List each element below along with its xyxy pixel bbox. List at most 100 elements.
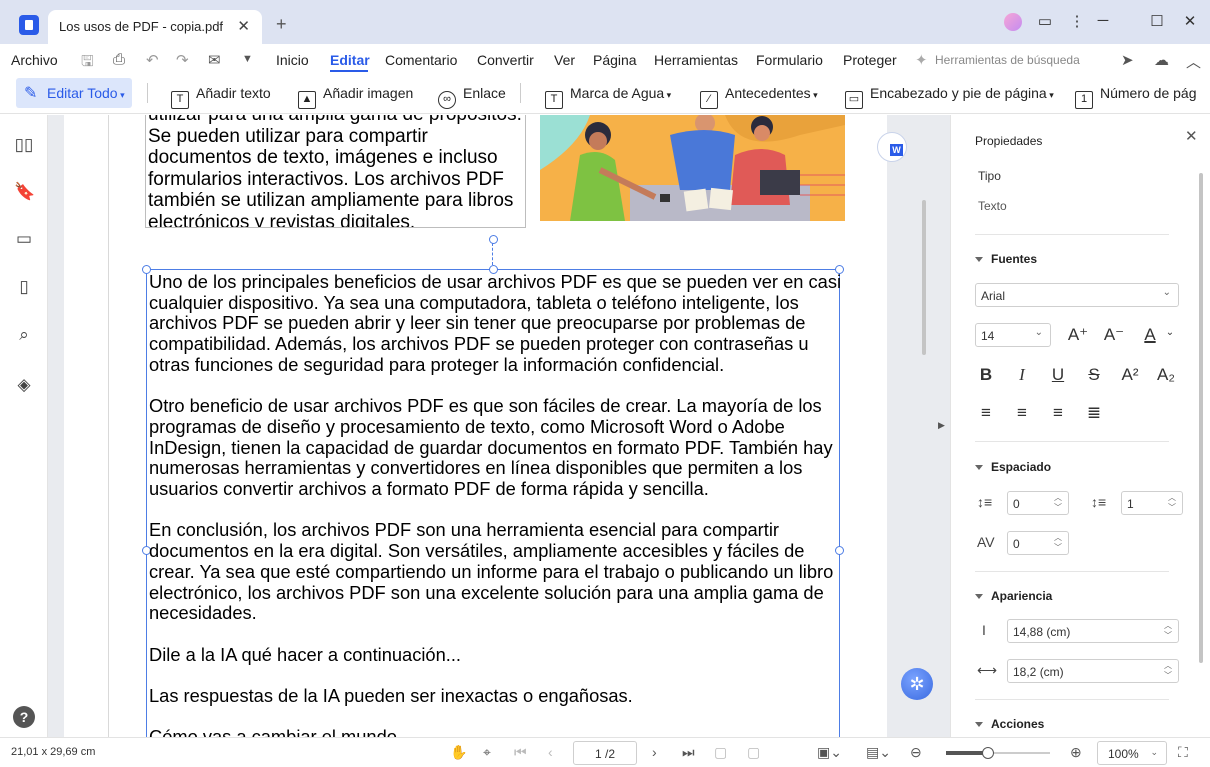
- mail-icon[interactable]: ✉: [208, 51, 221, 69]
- cloud-upload-icon[interactable]: ☁: [1154, 51, 1169, 69]
- expand-right-panel-icon[interactable]: ▶: [938, 420, 945, 431]
- strikethrough-icon[interactable]: S: [1083, 365, 1105, 385]
- fullscreen-icon[interactable]: ⛶: [1178, 744, 1188, 761]
- align-left-icon[interactable]: ≡: [975, 403, 997, 423]
- document-illustration[interactable]: [540, 115, 845, 221]
- view-mode-icon[interactable]: ▤⌄: [866, 744, 891, 761]
- link-button[interactable]: ∞ Enlace: [438, 85, 506, 109]
- close-icon[interactable]: ✕: [1180, 12, 1200, 30]
- menu-proteger[interactable]: Proteger: [843, 52, 897, 68]
- appearance-section-header[interactable]: Apariencia: [975, 589, 1052, 603]
- more-icon[interactable]: ⋮: [1067, 12, 1087, 30]
- bookmark-icon[interactable]: 🔖: [14, 182, 35, 201]
- rotate-handle[interactable]: [489, 235, 498, 244]
- decrease-font-icon[interactable]: A⁻: [1103, 325, 1125, 345]
- zoom-select[interactable]: 100% ⌄: [1097, 741, 1167, 765]
- redo-icon[interactable]: ↷: [176, 51, 189, 69]
- background-button[interactable]: ⁄ Antecedentes ▾: [700, 85, 818, 109]
- print-icon[interactable]: ⎙: [113, 51, 125, 68]
- menu-pagina[interactable]: Página: [593, 52, 637, 68]
- panel-scrollbar[interactable]: [1199, 173, 1203, 663]
- actions-section-header[interactable]: Acciones: [975, 717, 1044, 731]
- new-tab-button[interactable]: +: [276, 14, 287, 35]
- spinner-arrows-icon[interactable]: ︿ ﹀: [1164, 661, 1172, 681]
- help-icon[interactable]: ?: [13, 706, 35, 728]
- attachment-icon[interactable]: ▯: [14, 277, 34, 296]
- collapse-ribbon-icon[interactable]: ︿: [1186, 51, 1201, 72]
- zoom-in-icon[interactable]: ⊕: [1070, 744, 1082, 761]
- font-family-select[interactable]: Arial ⌄: [975, 283, 1179, 307]
- watermark-button[interactable]: T Marca de Agua ▾: [545, 85, 671, 109]
- page-number-button[interactable]: 1 Número de pág: [1075, 85, 1197, 109]
- close-panel-icon[interactable]: ✕: [1185, 127, 1198, 145]
- fit-page-icon[interactable]: ▢: [714, 744, 727, 761]
- maximize-icon[interactable]: ☐: [1147, 12, 1167, 30]
- menu-convertir[interactable]: Convertir: [477, 52, 534, 68]
- thumbnails-icon[interactable]: ▯▯: [14, 135, 34, 154]
- header-footer-button[interactable]: ▭ Encabezado y pie de página ▾: [845, 85, 1054, 109]
- layers-icon[interactable]: ◈: [14, 375, 34, 394]
- chevron-down-icon[interactable]: ⌄: [1159, 327, 1181, 338]
- increase-font-icon[interactable]: A⁺: [1067, 325, 1089, 345]
- paragraph-spacing-input[interactable]: 1 ︿ ﹀: [1121, 491, 1183, 515]
- comment-icon[interactable]: ▭: [14, 229, 34, 248]
- line-spacing-input[interactable]: 0 ︿ ﹀: [1007, 491, 1069, 515]
- bold-icon[interactable]: B: [975, 365, 997, 385]
- minimize-icon[interactable]: ─: [1093, 12, 1113, 29]
- select-tool-icon[interactable]: ⌖: [483, 744, 491, 761]
- previous-text-block[interactable]: utilizar para una amplia gama de propósi…: [145, 115, 526, 228]
- page-layout-icon[interactable]: ▣⌄: [817, 744, 842, 761]
- menu-herramientas[interactable]: Herramientas: [654, 52, 738, 68]
- first-page-icon[interactable]: ⏮: [514, 744, 527, 761]
- hand-tool-icon[interactable]: ✋: [450, 744, 467, 761]
- search-icon[interactable]: ⌕: [14, 325, 34, 344]
- save-icon[interactable]: 🖫: [81, 51, 94, 76]
- spinner-arrows-icon[interactable]: ︿ ﹀: [1168, 493, 1176, 513]
- rotate-view-icon[interactable]: ▢: [747, 744, 760, 761]
- underline-icon[interactable]: U: [1047, 365, 1069, 385]
- tab-close-icon[interactable]: ✕: [237, 17, 250, 35]
- menu-ver[interactable]: Ver: [554, 52, 575, 68]
- ai-assistant-icon[interactable]: ✲: [901, 668, 933, 700]
- height-input[interactable]: 14,88 (cm) ︿ ﹀: [1007, 619, 1179, 643]
- menu-file[interactable]: Archivo: [11, 52, 58, 68]
- search-tools-button[interactable]: Herramientas de búsqueda: [935, 53, 1080, 67]
- italic-icon[interactable]: I: [1011, 365, 1033, 385]
- next-page-icon[interactable]: ›: [652, 744, 657, 760]
- convert-to-word-icon[interactable]: [877, 132, 907, 162]
- page-number-field[interactable]: 1 /2: [573, 741, 637, 765]
- align-right-icon[interactable]: ≡: [1047, 403, 1069, 423]
- menu-editar[interactable]: Editar: [330, 52, 370, 68]
- add-text-button[interactable]: T Añadir texto: [171, 85, 271, 109]
- document-tab[interactable]: Los usos de PDF - copia.pdf ✕: [48, 10, 262, 44]
- undo-icon[interactable]: ↶: [146, 51, 159, 69]
- spinner-arrows-icon[interactable]: ︿ ﹀: [1164, 621, 1172, 641]
- character-spacing-input[interactable]: 0 ︿ ﹀: [1007, 531, 1069, 555]
- prev-page-icon[interactable]: ‹: [548, 744, 553, 760]
- zoom-slider-handle[interactable]: [981, 747, 994, 759]
- menu-formulario[interactable]: Formulario: [756, 52, 823, 68]
- superscript-icon[interactable]: A²: [1119, 365, 1141, 385]
- font-size-select[interactable]: 14 ⌄: [975, 323, 1051, 347]
- fonts-section-header[interactable]: Fuentes: [975, 252, 1037, 266]
- font-color-icon[interactable]: A: [1139, 325, 1161, 345]
- canvas-scrollbar[interactable]: [922, 200, 926, 355]
- spacing-section-header[interactable]: Espaciado: [975, 460, 1051, 474]
- menu-comentario[interactable]: Comentario: [385, 52, 457, 68]
- last-page-icon[interactable]: ⏭: [682, 744, 695, 761]
- width-input[interactable]: 18,2 (cm) ︿ ﹀: [1007, 659, 1179, 683]
- edit-all-button[interactable]: ✎ Editar Todo ▾: [16, 78, 132, 108]
- zoom-out-icon[interactable]: ⊖: [910, 744, 922, 761]
- spinner-arrows-icon[interactable]: ︿ ﹀: [1054, 493, 1062, 513]
- align-center-icon[interactable]: ≡: [1011, 403, 1033, 423]
- editable-text-content[interactable]: Uno de los principales beneficios de usa…: [149, 271, 849, 737]
- align-justify-icon[interactable]: ≣: [1083, 403, 1105, 423]
- avatar[interactable]: [1004, 13, 1022, 31]
- chat-icon[interactable]: ▭: [1035, 12, 1055, 30]
- add-image-button[interactable]: ▲ Añadir imagen: [298, 85, 413, 109]
- menu-inicio[interactable]: Inicio: [276, 52, 309, 68]
- quick-access-dropdown-icon[interactable]: ▼: [242, 53, 253, 65]
- subscript-icon[interactable]: A₂: [1155, 365, 1177, 385]
- spinner-arrows-icon[interactable]: ︿ ﹀: [1054, 533, 1062, 553]
- send-icon[interactable]: ➤: [1121, 51, 1134, 69]
